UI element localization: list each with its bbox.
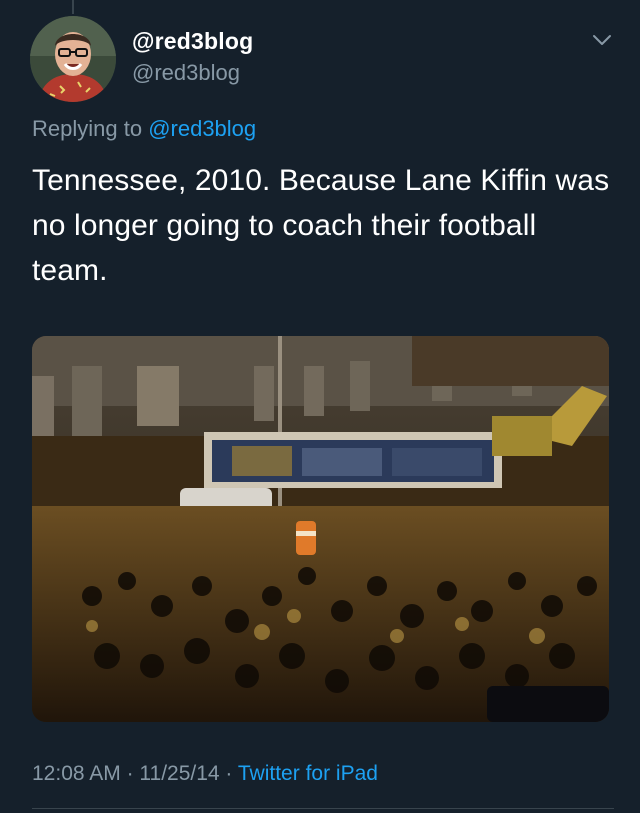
tweet-meta: 12:08 AM · 11/25/14 · Twitter for iPad [32,762,378,786]
meta-separator: · [120,762,140,785]
author-handle[interactable]: @red3blog [132,60,240,86]
thread-connector [72,0,74,14]
tweet-time[interactable]: 12:08 AM [32,762,121,785]
tweet-text: Tennessee, 2010. Because Lane Kiffin was… [32,164,610,287]
reply-mention-link[interactable]: @red3blog [148,116,256,141]
divider [32,808,614,809]
tweet-source-link[interactable]: Twitter for iPad [238,762,378,785]
avatar[interactable] [30,16,116,102]
tweet-photo[interactable] [32,336,609,722]
meta-separator-2: · [219,762,238,785]
reply-prefix: Replying to [32,116,149,141]
chevron-down-icon[interactable] [592,34,612,48]
author-display-name[interactable]: @red3blog [132,28,253,55]
reply-context: Replying to @red3blog [32,116,256,142]
tweet-date[interactable]: 11/25/14 [139,762,219,785]
